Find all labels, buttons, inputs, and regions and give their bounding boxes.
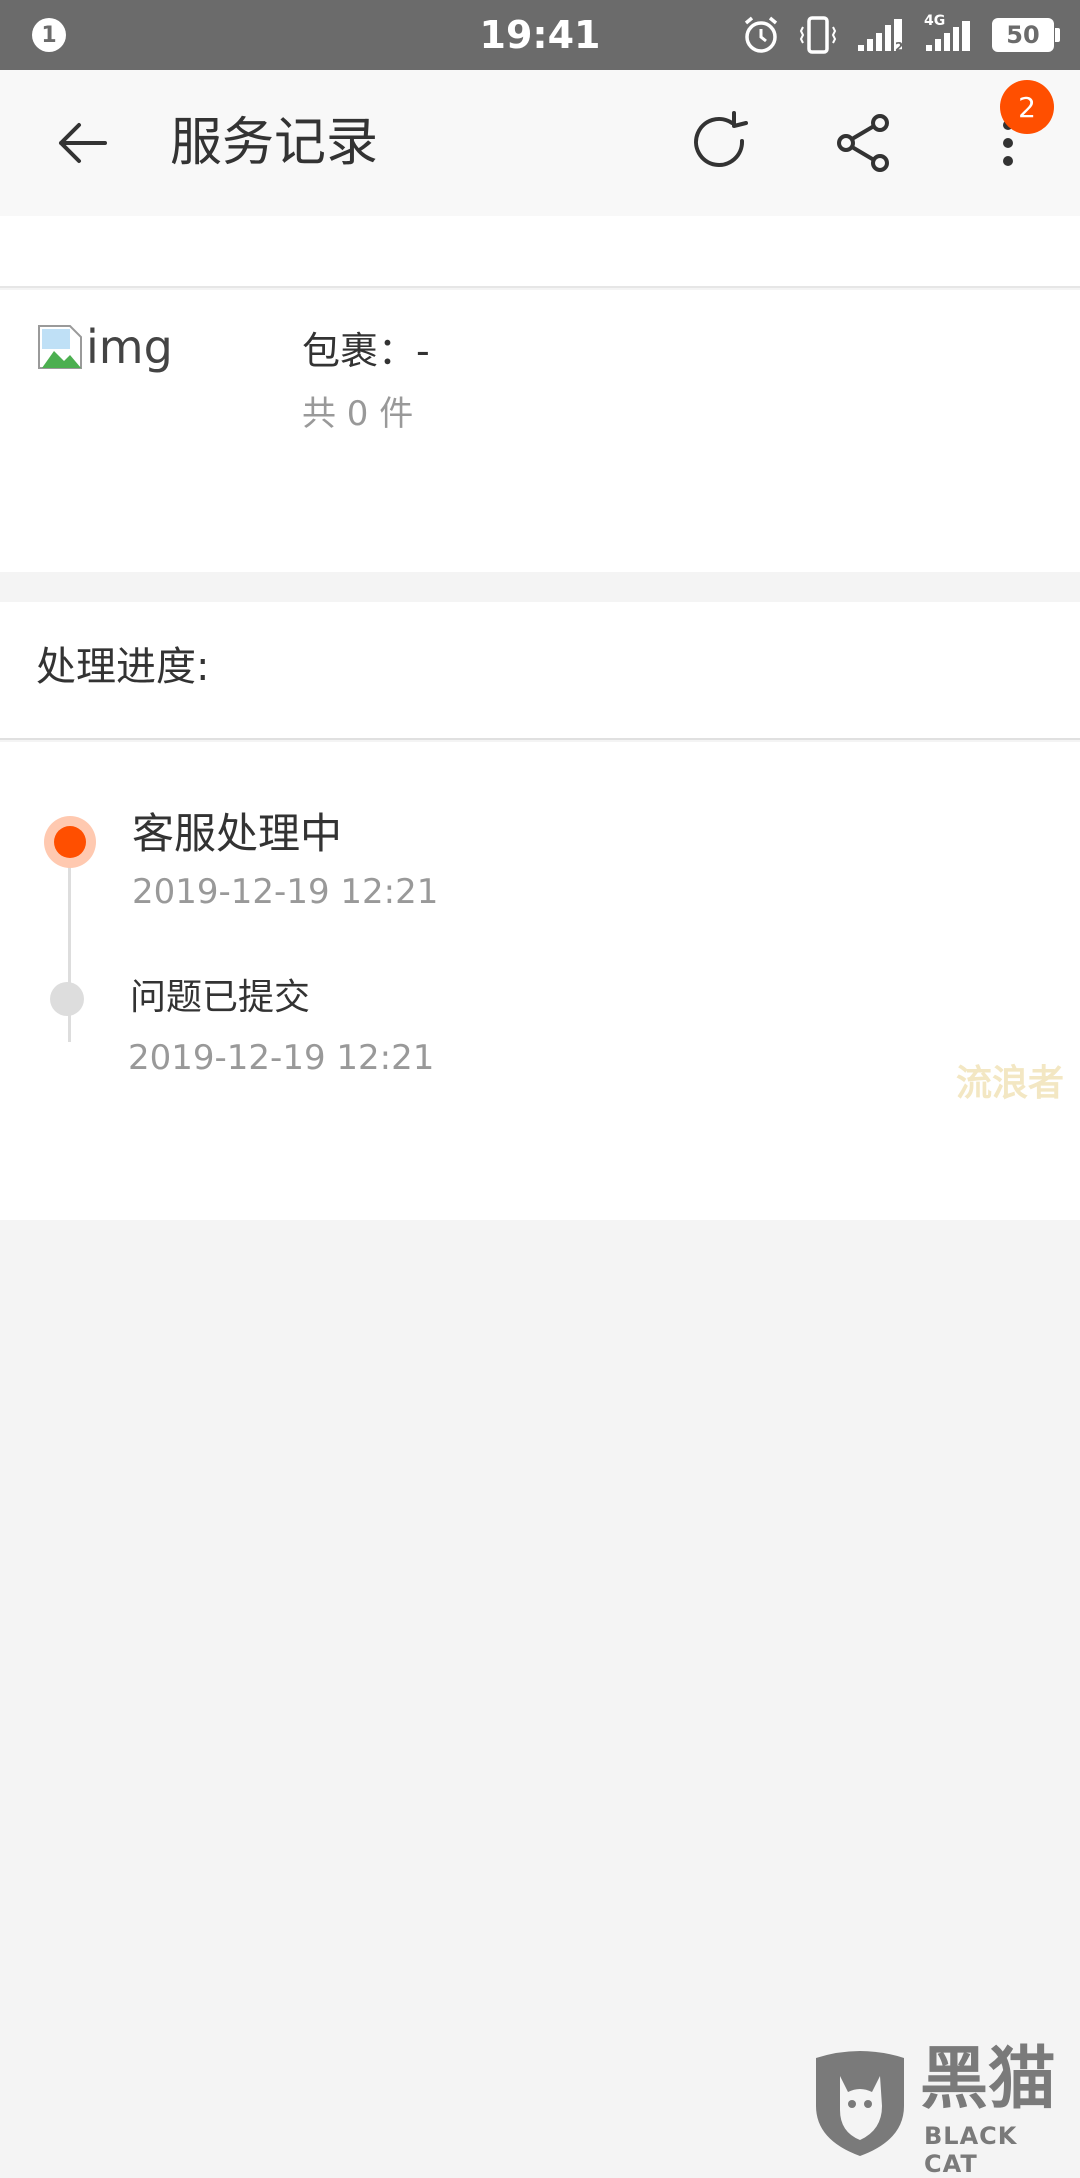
badge-count: 2 bbox=[1018, 90, 1036, 124]
step-time: 2019-12-19 12:21 bbox=[128, 1038, 435, 1078]
signal-4g-icon: 4G bbox=[924, 13, 974, 55]
progress-timeline: 客服处理中 2019-12-19 12:21 问题已提交 2019-12-19 … bbox=[0, 742, 1080, 1220]
timeline-dot-active bbox=[44, 816, 96, 868]
step-title: 客服处理中 bbox=[132, 809, 343, 858]
page-title: 服务记录 bbox=[170, 113, 379, 173]
refresh-button[interactable] bbox=[680, 106, 760, 180]
broken-image-icon bbox=[38, 325, 82, 369]
timeline-dot bbox=[50, 982, 84, 1016]
step-title: 问题已提交 bbox=[130, 977, 311, 1018]
notification-badge: 2 bbox=[1000, 80, 1054, 134]
back-button[interactable] bbox=[42, 106, 122, 180]
cat-shield-icon bbox=[816, 2051, 904, 2156]
alarm-icon bbox=[744, 16, 778, 53]
vibrate-icon bbox=[799, 16, 837, 54]
refresh-icon bbox=[694, 111, 748, 167]
package-title: 包裹：- bbox=[302, 329, 430, 373]
progress-header: 处理进度: bbox=[0, 602, 1080, 740]
watermark-logo-subtext: BLACK CAT bbox=[924, 2122, 1018, 2178]
svg-text:2: 2 bbox=[895, 40, 903, 53]
status-bar: 1 19:41 2 4G 50 bbox=[0, 0, 1080, 70]
blank-strip bbox=[0, 216, 1080, 288]
image-alt-text: img bbox=[86, 320, 173, 374]
battery-level: 50 bbox=[1006, 21, 1040, 49]
status-icons: 2 4G 50 bbox=[742, 12, 1060, 58]
watermark-logo-text: 黑猫 bbox=[920, 2040, 1057, 2119]
signal-icon: 2 bbox=[858, 19, 903, 53]
package-card: img 包裹：- 共 0 件 bbox=[0, 290, 1080, 572]
battery-icon: 50 bbox=[992, 18, 1060, 52]
share-button[interactable] bbox=[824, 106, 904, 180]
black-cat-watermark: 黑猫 BLACK CAT bbox=[810, 2040, 1080, 2178]
back-arrow-icon bbox=[59, 123, 107, 163]
share-icon bbox=[837, 114, 889, 172]
step-time: 2019-12-19 12:21 bbox=[132, 872, 439, 912]
watermark-text: 流浪者 bbox=[956, 1063, 1065, 1104]
package-count: 共 0 件 bbox=[302, 394, 414, 434]
package-image: img bbox=[36, 320, 173, 374]
app-bar: 服务记录 bbox=[0, 70, 1080, 216]
progress-label: 处理进度: bbox=[36, 644, 210, 690]
